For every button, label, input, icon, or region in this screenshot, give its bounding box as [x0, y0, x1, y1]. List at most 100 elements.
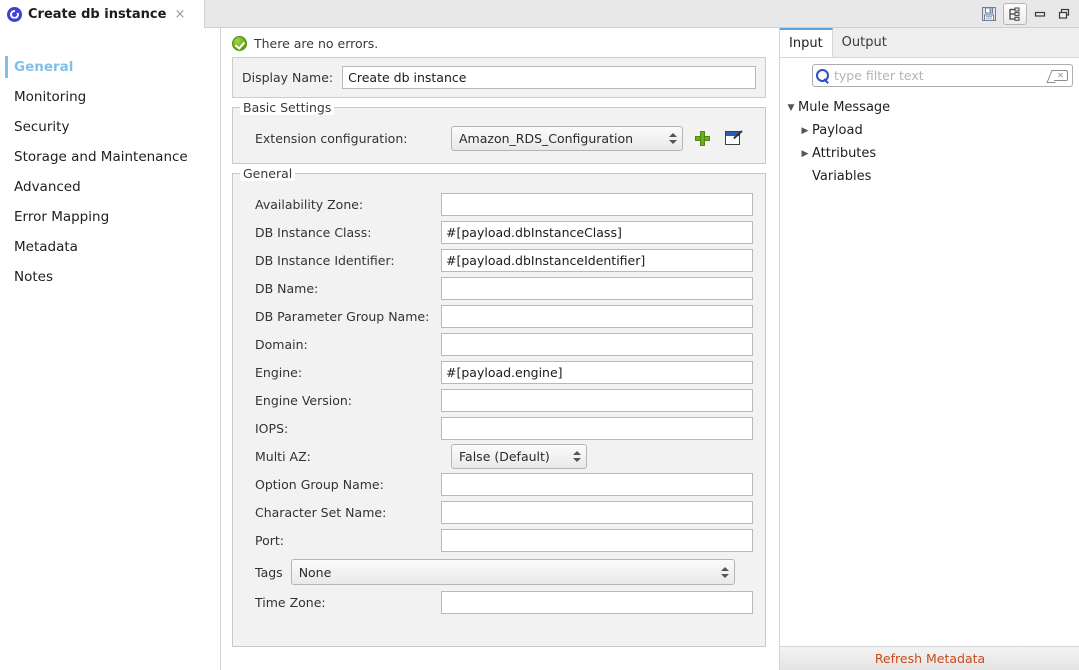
field-row-port: Port:: [243, 526, 753, 554]
multi-az-value: False (Default): [459, 449, 550, 464]
settings-sidebar: General Monitoring Security Storage and …: [0, 28, 221, 670]
close-icon[interactable]: ×: [172, 8, 187, 21]
field-row-db-name: DB Name:: [243, 274, 753, 302]
refresh-metadata-button[interactable]: Refresh Metadata: [780, 646, 1079, 670]
metadata-tabs: Input Output: [780, 28, 1079, 58]
tab-input[interactable]: Input: [780, 28, 833, 57]
sidebar-item-storage-and-maintenance[interactable]: Storage and Maintenance: [0, 142, 220, 172]
time-zone-input[interactable]: [441, 591, 753, 614]
field-label: Port:: [243, 533, 441, 548]
metadata-tree-button[interactable]: [1003, 3, 1027, 25]
tree-node-attributes[interactable]: ▶ Attributes: [780, 142, 1079, 165]
hierarchy-tree-icon: [1007, 6, 1023, 22]
maximize-button[interactable]: [1053, 3, 1075, 25]
clear-icon[interactable]: ✕: [1054, 70, 1068, 81]
tab-output[interactable]: Output: [833, 28, 896, 57]
window-toolbar: [977, 0, 1075, 28]
field-row-iops: IOPS:: [243, 414, 753, 442]
filter-box[interactable]: type filter text ✕: [812, 64, 1073, 87]
display-name-label: Display Name:: [242, 70, 333, 85]
chevron-updown-icon: [667, 130, 678, 147]
db-instance-class-input[interactable]: #[payload.dbInstanceClass]: [441, 221, 753, 244]
sidebar-item-advanced[interactable]: Advanced: [0, 172, 220, 202]
minimize-button[interactable]: [1029, 3, 1051, 25]
filter-input[interactable]: type filter text: [834, 68, 1054, 83]
domain-input[interactable]: [441, 333, 753, 356]
sidebar-item-label: Metadata: [14, 239, 78, 255]
option-group-name-input[interactable]: [441, 473, 753, 496]
metadata-body: type filter text ✕ ▼ Mule Message ▶ Payl…: [780, 58, 1079, 646]
field-label: DB Parameter Group Name:: [243, 309, 441, 324]
field-row-db-instance-class: DB Instance Class: #[payload.dbInstanceC…: [243, 218, 753, 246]
sidebar-item-label: Notes: [14, 269, 53, 285]
success-check-icon: [232, 36, 247, 51]
tags-value: None: [299, 565, 332, 580]
field-label: Multi AZ:: [243, 449, 451, 464]
search-icon: [816, 69, 830, 83]
status-bar: There are no errors.: [222, 28, 778, 57]
edit-configuration-button[interactable]: [721, 127, 743, 149]
field-label: Engine:: [243, 365, 441, 380]
multi-az-select[interactable]: False (Default): [451, 444, 587, 469]
engine-version-input[interactable]: [441, 389, 753, 412]
availability-zone-input[interactable]: [441, 193, 753, 216]
general-group-title: General: [240, 166, 295, 181]
tree-node-label: Attributes: [812, 146, 876, 161]
chevron-down-icon[interactable]: ▼: [784, 103, 798, 113]
field-row-engine-version: Engine Version:: [243, 386, 753, 414]
field-row-db-instance-identifier: DB Instance Identifier: #[payload.dbInst…: [243, 246, 753, 274]
db-instance-identifier-input[interactable]: #[payload.dbInstanceIdentifier]: [441, 249, 753, 272]
editor-tab-create-db-instance[interactable]: Create db instance ×: [0, 0, 205, 28]
field-label: DB Instance Class:: [243, 225, 441, 240]
db-parameter-group-name-input[interactable]: [441, 305, 753, 328]
field-row-multi-az: Multi AZ: False (Default): [243, 442, 753, 470]
tags-select[interactable]: None: [291, 559, 735, 585]
chevron-right-icon[interactable]: ▶: [798, 149, 812, 159]
tab-label: Input: [789, 36, 823, 51]
engine-input[interactable]: #[payload.engine]: [441, 361, 753, 384]
save-floppy-icon: [981, 6, 997, 22]
field-row-db-parameter-group-name: DB Parameter Group Name:: [243, 302, 753, 330]
sidebar-item-error-mapping[interactable]: Error Mapping: [0, 202, 220, 232]
field-row-domain: Domain:: [243, 330, 753, 358]
tree-node-payload[interactable]: ▶ Payload: [780, 119, 1079, 142]
display-name-group: Display Name: Create db instance: [232, 57, 766, 98]
save-button[interactable]: [977, 3, 1001, 25]
display-name-input[interactable]: Create db instance: [342, 66, 756, 89]
sidebar-item-metadata[interactable]: Metadata: [0, 232, 220, 262]
port-input[interactable]: [441, 529, 753, 552]
editor-window: Create db instance ×: [0, 0, 1079, 670]
field-row-time-zone: Time Zone:: [243, 588, 753, 616]
field-row-engine: Engine: #[payload.engine]: [243, 358, 753, 386]
plus-icon: [695, 131, 710, 146]
field-label: IOPS:: [243, 421, 441, 436]
tree-node-variables[interactable]: Variables: [780, 165, 1079, 188]
field-label: Availability Zone:: [243, 197, 441, 212]
tags-label: Tags: [255, 565, 283, 580]
field-label: Character Set Name:: [243, 505, 441, 520]
extension-configuration-select[interactable]: Amazon_RDS_Configuration: [451, 126, 683, 151]
iops-input[interactable]: [441, 417, 753, 440]
field-label: DB Instance Identifier:: [243, 253, 441, 268]
sidebar-item-label: Error Mapping: [14, 209, 109, 225]
sidebar-item-label: Advanced: [14, 179, 81, 195]
add-configuration-button[interactable]: [691, 127, 713, 149]
editor-tabstrip: Create db instance ×: [0, 0, 1079, 28]
field-row-tags: Tags None: [243, 556, 753, 588]
sidebar-item-security[interactable]: Security: [0, 112, 220, 142]
minimize-icon: [1033, 7, 1047, 21]
refresh-metadata-label: Refresh Metadata: [875, 651, 985, 666]
sidebar-item-monitoring[interactable]: Monitoring: [0, 82, 220, 112]
character-set-name-input[interactable]: [441, 501, 753, 524]
filter-wrapper: type filter text ✕: [780, 58, 1079, 91]
sidebar-item-general[interactable]: General: [0, 52, 220, 82]
main-settings-panel: There are no errors. Display Name: Creat…: [222, 28, 778, 670]
chevron-right-icon[interactable]: ▶: [798, 126, 812, 136]
editor-tab-label: Create db instance: [28, 7, 166, 22]
field-row-character-set-name: Character Set Name:: [243, 498, 753, 526]
sidebar-item-notes[interactable]: Notes: [0, 262, 220, 292]
tree-node-mule-message[interactable]: ▼ Mule Message: [780, 96, 1079, 119]
db-name-input[interactable]: [441, 277, 753, 300]
basic-settings-group: Basic Settings Extension configuration: …: [232, 107, 766, 164]
mule-connector-icon: [7, 7, 22, 22]
